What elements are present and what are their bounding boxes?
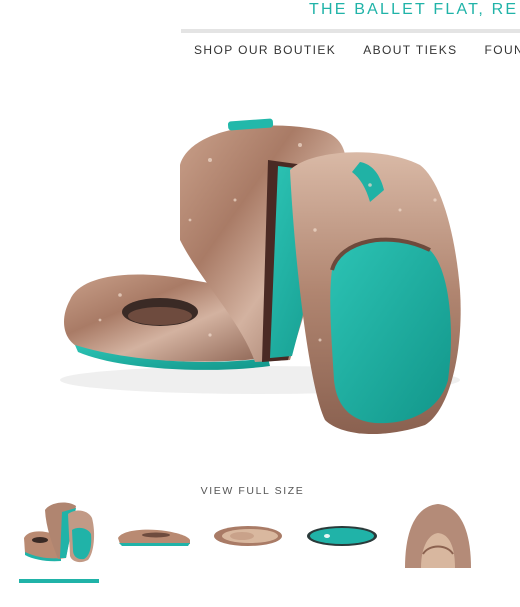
- thumbnail-top-view[interactable]: [212, 498, 284, 568]
- thumbnail-sole-view[interactable]: [305, 498, 379, 568]
- thumbnail-closeup-view[interactable]: [403, 498, 473, 568]
- product-hero-image[interactable]: [40, 90, 490, 460]
- nav-foun[interactable]: FOUN: [485, 42, 520, 60]
- thumbnail-folded-pair[interactable]: [20, 498, 98, 568]
- thumbnail-side-view[interactable]: [116, 498, 192, 568]
- thumbnail-selected-indicator: [19, 579, 99, 583]
- thumbnail-strip: [0, 498, 520, 583]
- nav-shop-our-boutiek[interactable]: SHOP OUR BOUTIEK: [194, 42, 336, 60]
- view-full-size-link[interactable]: VIEW FULL SIZE: [0, 485, 505, 497]
- header-divider: [181, 29, 520, 33]
- nav-about-tieks[interactable]: ABOUT TIEKS: [363, 42, 457, 60]
- main-nav: SHOP OUR BOUTIEK ABOUT TIEKS FOUN: [194, 42, 520, 60]
- site-tagline: THE BALLET FLAT, RE: [309, 1, 519, 18]
- folded-ballet-flats-image: [60, 118, 461, 435]
